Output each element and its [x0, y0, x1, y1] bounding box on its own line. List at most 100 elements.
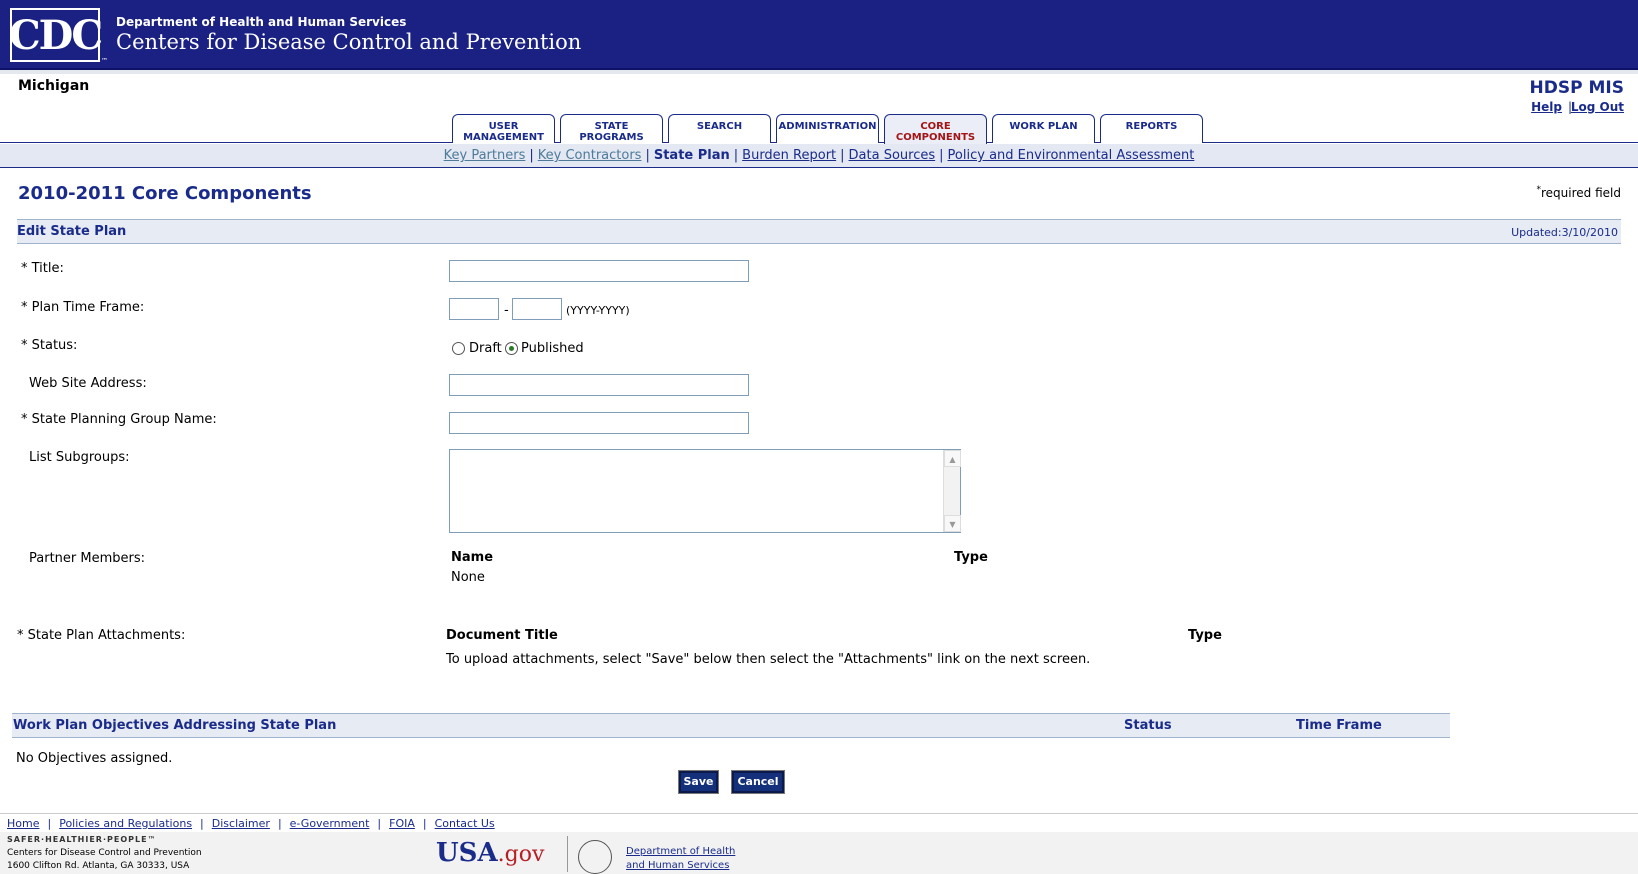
- subgroups-label: List Subgroups:: [29, 450, 130, 465]
- subnav-key-partners[interactable]: Key Partners: [444, 148, 526, 163]
- tab-core-components[interactable]: CORE COMPONENTS: [884, 114, 987, 144]
- hhs-link-line2[interactable]: and Human Services: [626, 860, 729, 871]
- footer-disclaimer-link[interactable]: Disclaimer: [212, 817, 270, 830]
- page-title: 2010-2011 Core Components: [18, 183, 312, 204]
- footer-links: Home | Policies and Regulations | Disclaimer…: [7, 817, 495, 830]
- footer-divider: [0, 813, 1638, 814]
- radio-selected-dot: [509, 346, 514, 351]
- subnav-separator: |: [939, 148, 944, 163]
- subnav-key-contractors[interactable]: Key Contractors: [538, 148, 642, 163]
- time-frame-hint: (YYYY-YYYY): [566, 304, 630, 317]
- usagov-logo[interactable]: USA.gov: [436, 838, 544, 868]
- tab-label: SEARCH: [696, 121, 743, 132]
- textarea-scrollbar[interactable]: ▲ ▼: [943, 450, 961, 532]
- footer-address-line1: Centers for Disease Control and Preventi…: [7, 848, 202, 858]
- state-name: Michigan: [18, 78, 90, 94]
- scroll-up-icon[interactable]: ▲: [944, 450, 961, 467]
- subnav-policy-assessment[interactable]: Policy and Environmental Assessment: [948, 148, 1195, 163]
- objectives-time-frame-column: Time Frame: [1296, 718, 1382, 733]
- time-frame-label: * Plan Time Frame:: [21, 300, 145, 315]
- partner-members-label: Partner Members:: [29, 551, 146, 566]
- tab-reports[interactable]: REPORTS: [1100, 114, 1203, 143]
- usagov-gov: .gov: [497, 842, 545, 867]
- hhs-link-line1[interactable]: Department of Health: [626, 846, 735, 857]
- scroll-down-icon[interactable]: ▼: [944, 515, 961, 532]
- logout-link[interactable]: Log Out: [1571, 100, 1624, 114]
- footer-separator: |: [377, 817, 382, 830]
- attachment-title-column: Document Title: [446, 628, 558, 643]
- footer-separator: |: [277, 817, 282, 830]
- header-divider: [0, 70, 1638, 74]
- tab-label: WORK PLAN: [1009, 121, 1078, 132]
- subnav-separator: |: [529, 148, 534, 163]
- tab-label: CORE: [920, 121, 951, 132]
- agency-name: Centers for Disease Control and Preventi…: [116, 30, 582, 54]
- subnav-data-sources[interactable]: Data Sources: [849, 148, 936, 163]
- tab-administration[interactable]: ADMINISTRATION: [776, 114, 879, 143]
- subnav-burden-report[interactable]: Burden Report: [742, 148, 836, 163]
- subnav-separator: |: [645, 148, 650, 163]
- hhs-eagle-icon[interactable]: [578, 840, 612, 874]
- footer-home-link[interactable]: Home: [7, 817, 39, 830]
- footer-address-line2: 1600 Clifton Rd. Atlanta, GA 30333, USA: [7, 861, 190, 871]
- tab-label: USER: [488, 121, 519, 132]
- subgroups-textarea[interactable]: [449, 449, 961, 533]
- trademark-symbol: ™: [101, 57, 108, 65]
- app-title: HDSP MIS: [1529, 78, 1624, 98]
- objectives-empty: No Objectives assigned.: [16, 751, 173, 766]
- tab-label: PROGRAMS: [579, 132, 644, 143]
- cdc-logo[interactable]: CDC: [9, 8, 103, 62]
- status-draft-label[interactable]: Draft: [469, 341, 502, 356]
- required-field-note: *required field: [1537, 185, 1622, 200]
- partner-name-column: Name: [451, 550, 494, 565]
- objectives-status-column: Status: [1124, 718, 1172, 733]
- website-label: Web Site Address:: [29, 376, 147, 391]
- section-bar: [17, 219, 1621, 244]
- time-frame-start-input[interactable]: [449, 298, 499, 320]
- status-published-label[interactable]: Published: [521, 341, 584, 356]
- footer-policies-link[interactable]: Policies and Regulations: [59, 817, 192, 830]
- attachment-note: To upload attachments, select "Save" bel…: [446, 652, 1091, 667]
- footer-egov-link[interactable]: e-Government: [290, 817, 370, 830]
- help-link[interactable]: Help: [1531, 100, 1562, 114]
- tab-label: ADMINISTRATION: [778, 121, 877, 132]
- footer-contact-link[interactable]: Contact Us: [435, 817, 495, 830]
- usagov-usa: USA: [436, 838, 498, 868]
- footer-foia-link[interactable]: FOIA: [389, 817, 415, 830]
- planning-group-input[interactable]: [449, 412, 749, 434]
- attachments-label: * State Plan Attachments:: [17, 628, 186, 643]
- footer-separator: |: [422, 817, 427, 830]
- footer-separator: |: [200, 817, 204, 830]
- time-frame-dash: -: [504, 303, 509, 318]
- planning-group-label: * State Planning Group Name:: [21, 412, 217, 427]
- tab-user-management[interactable]: USER MANAGEMENT: [452, 114, 555, 143]
- save-button[interactable]: Save: [678, 770, 719, 794]
- subnav-separator: |: [840, 148, 845, 163]
- title-input[interactable]: [449, 260, 749, 282]
- required-text: required field: [1541, 186, 1621, 200]
- objectives-title-column: Work Plan Objectives Addressing State Pl…: [13, 718, 337, 733]
- footer-band: [0, 832, 1638, 874]
- website-input[interactable]: [449, 374, 749, 396]
- tab-work-plan[interactable]: WORK PLAN: [992, 114, 1095, 143]
- tab-label: STATE: [594, 121, 629, 132]
- updated-date: Updated:3/10/2010: [1511, 226, 1618, 239]
- subnav-bar: Key Partners | Key Contractors | State Plan |…: [0, 144, 1638, 168]
- time-frame-end-input[interactable]: [512, 298, 562, 320]
- subnav-separator: |: [733, 148, 739, 163]
- tab-state-programs[interactable]: STATE PROGRAMS: [560, 114, 663, 143]
- attachment-type-column: Type: [1188, 628, 1222, 643]
- partner-type-column: Type: [954, 550, 988, 565]
- tab-label: MANAGEMENT: [463, 132, 544, 143]
- tab-search[interactable]: SEARCH: [668, 114, 771, 143]
- tab-label: COMPONENTS: [895, 132, 976, 143]
- department-name: Department of Health and Human Services: [116, 15, 407, 29]
- status-draft-radio[interactable]: [452, 342, 465, 355]
- footer-vertical-separator: [567, 836, 568, 872]
- status-label: * Status:: [21, 338, 78, 353]
- footer-separator: |: [47, 817, 52, 830]
- subnav-state-plan: State Plan: [653, 148, 730, 163]
- cancel-button[interactable]: Cancel: [731, 770, 785, 794]
- partner-empty: None: [451, 570, 485, 585]
- title-label: * Title:: [21, 261, 64, 276]
